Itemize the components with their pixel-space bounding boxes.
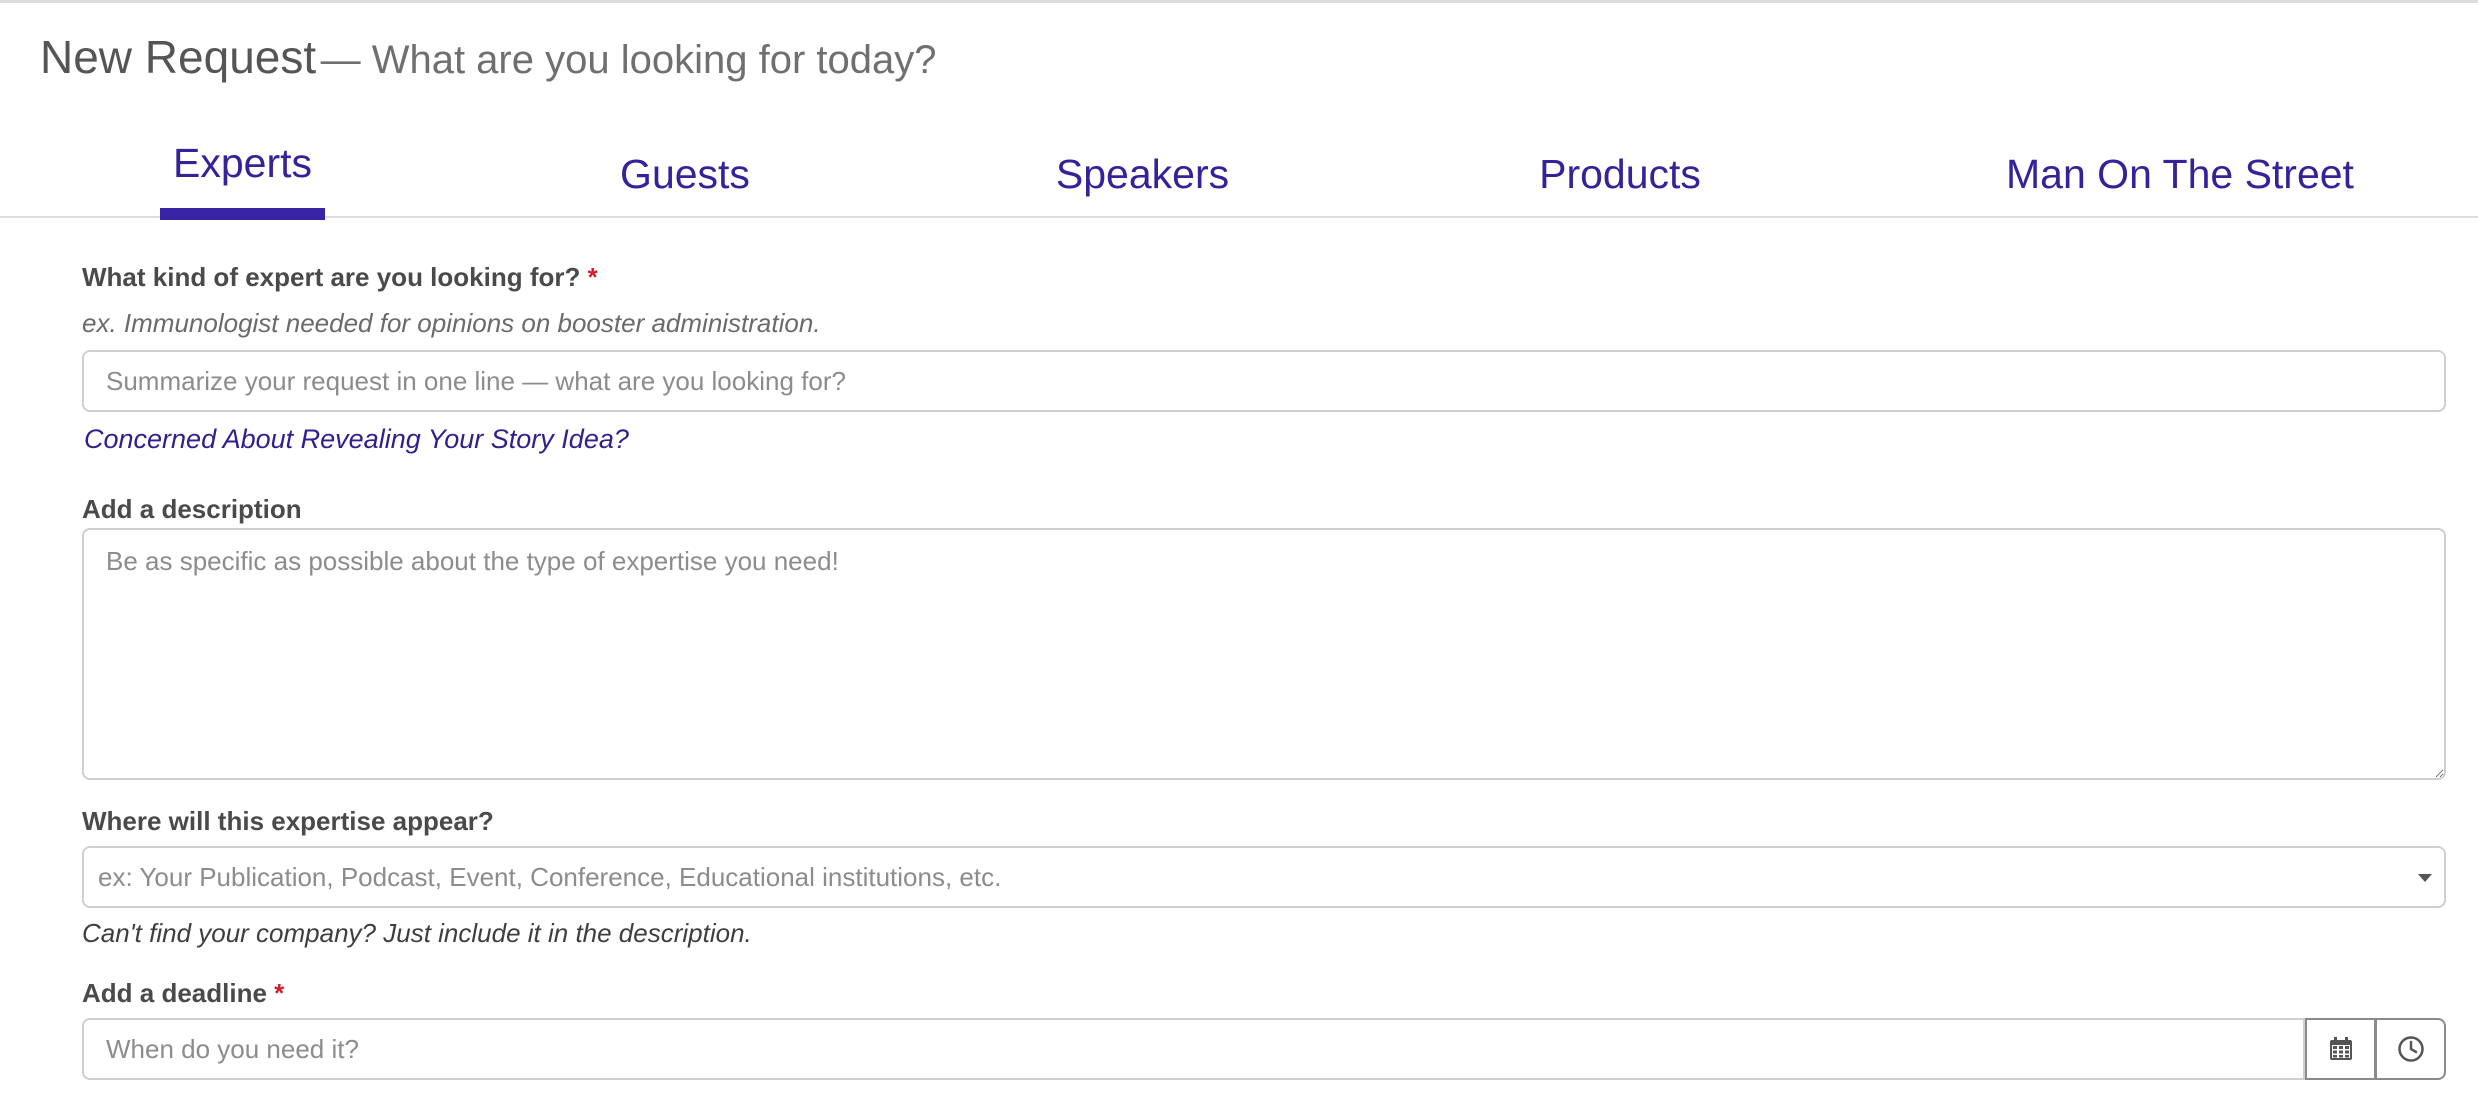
story-idea-link[interactable]: Concerned About Revealing Your Story Ide… bbox=[84, 424, 629, 455]
expert-kind-label-text: What kind of expert are you looking for? bbox=[82, 262, 581, 292]
tab-experts[interactable]: Experts bbox=[160, 130, 325, 220]
deadline-label: Add a deadline * bbox=[82, 978, 284, 1009]
required-marker: * bbox=[587, 262, 598, 292]
tab-products[interactable]: Products bbox=[1520, 130, 1720, 218]
page-subtitle: — What are you looking for today? bbox=[320, 38, 937, 82]
expert-kind-example: ex. Immunologist needed for opinions on … bbox=[82, 308, 821, 338]
chevron-down-icon bbox=[2418, 874, 2432, 882]
deadline-input-group bbox=[82, 1018, 2446, 1080]
expert-kind-input[interactable] bbox=[82, 350, 2446, 412]
clock-icon bbox=[2397, 1036, 2424, 1062]
description-textarea[interactable] bbox=[82, 528, 2446, 780]
calendar-icon bbox=[2329, 1037, 2352, 1060]
appear-select-placeholder: ex: Your Publication, Podcast, Event, Co… bbox=[98, 861, 1002, 892]
page-header: New Request — What are you looking for t… bbox=[40, 30, 936, 84]
deadline-label-text: Add a deadline bbox=[82, 978, 267, 1008]
appear-hint: Can't find your company? Just include it… bbox=[82, 918, 752, 948]
description-label: Add a description bbox=[82, 494, 302, 524]
top-divider bbox=[0, 0, 2478, 3]
tab-guests[interactable]: Guests bbox=[580, 130, 790, 218]
appear-label: Where will this expertise appear? bbox=[82, 806, 494, 836]
request-type-tabs: Experts Guests Speakers Products Man On … bbox=[0, 130, 2478, 220]
calendar-button[interactable] bbox=[2305, 1018, 2375, 1080]
expert-kind-label: What kind of expert are you looking for?… bbox=[82, 262, 598, 293]
deadline-input[interactable] bbox=[82, 1018, 2305, 1080]
required-marker: * bbox=[274, 978, 285, 1008]
tab-man-on-the-street[interactable]: Man On The Street bbox=[1990, 130, 2370, 218]
time-button[interactable] bbox=[2375, 1018, 2446, 1080]
page-title: New Request bbox=[40, 31, 317, 83]
tab-speakers[interactable]: Speakers bbox=[1040, 130, 1245, 218]
appear-select[interactable]: ex: Your Publication, Podcast, Event, Co… bbox=[82, 846, 2446, 908]
